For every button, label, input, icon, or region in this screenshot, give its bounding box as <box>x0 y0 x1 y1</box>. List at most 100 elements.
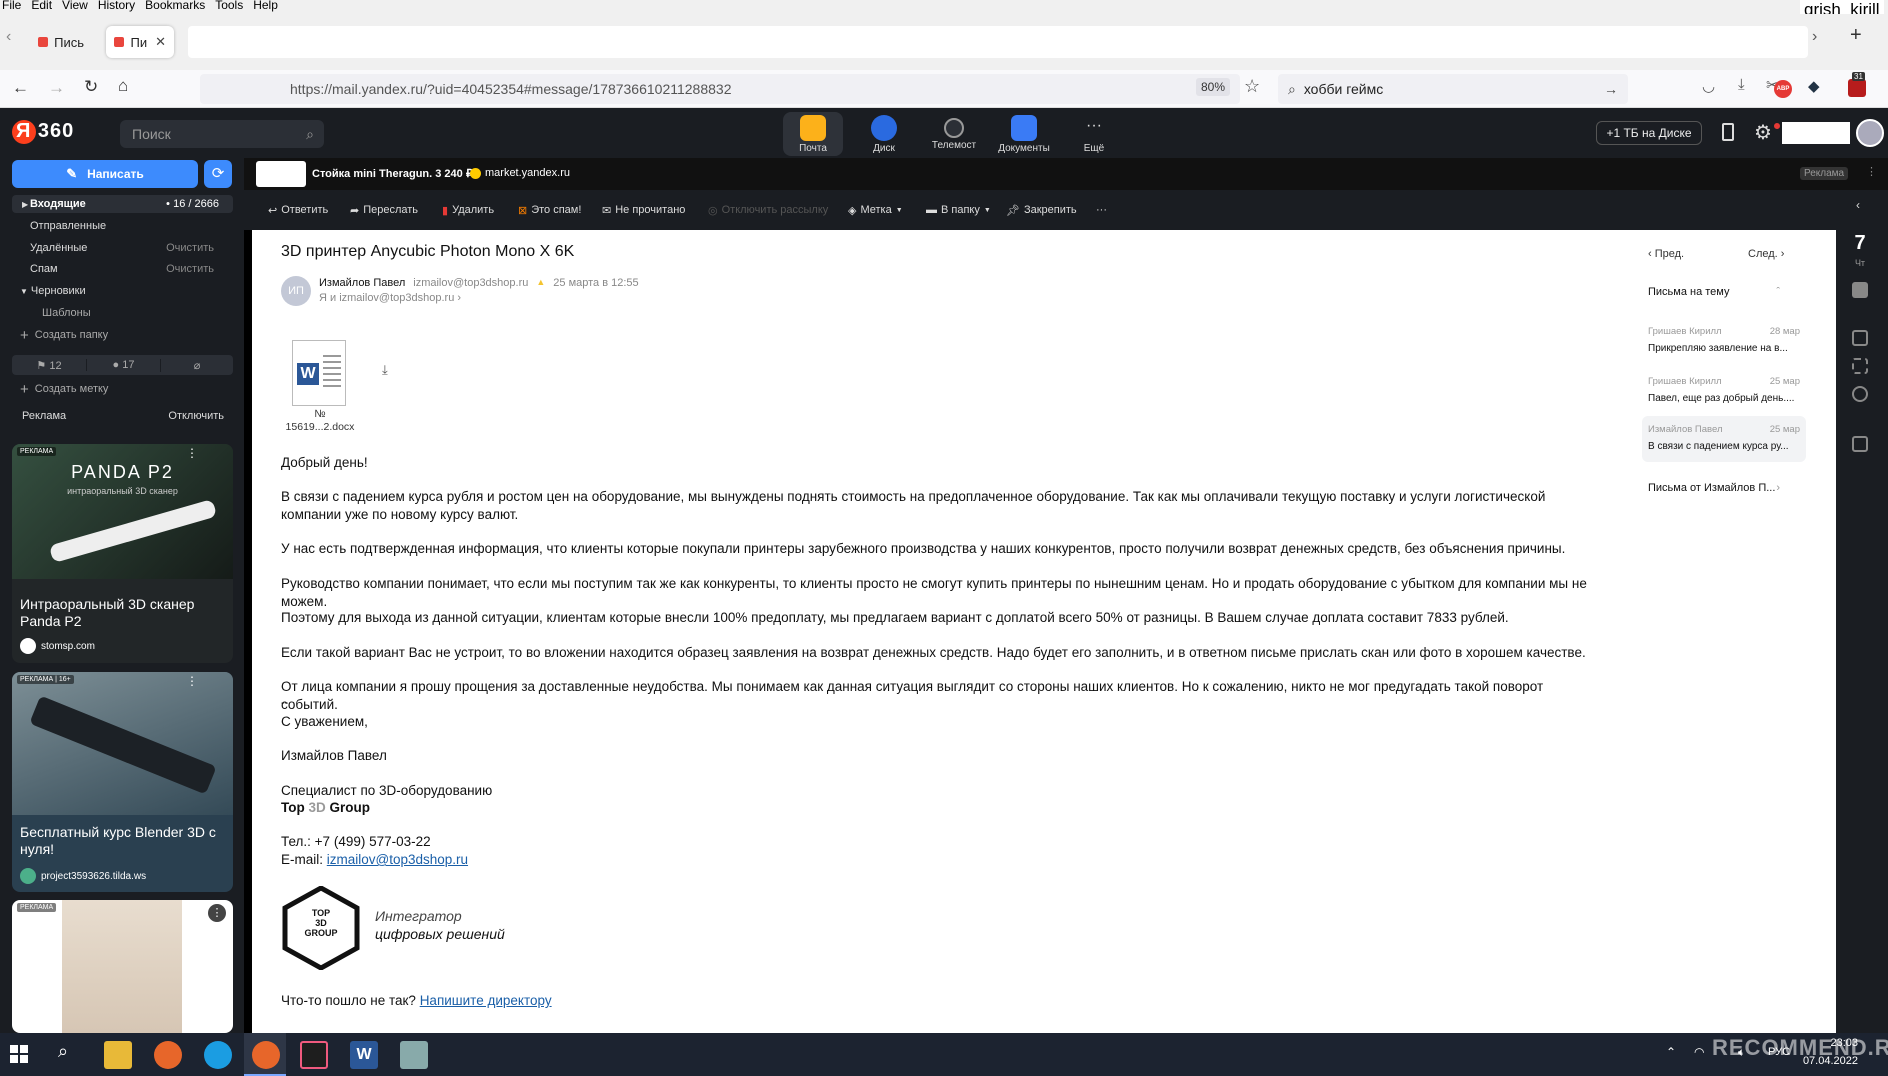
menu-edit[interactable]: Edit <box>31 0 52 12</box>
windows-start-icon[interactable] <box>10 1045 28 1063</box>
thread-item-current[interactable]: Измайлов Павел 25 мар В связи с падением … <box>1642 416 1806 462</box>
unread-filter[interactable]: ● 17 <box>86 359 160 371</box>
reply-button[interactable]: ↩ Ответить <box>268 202 328 218</box>
sender-email[interactable]: izmailov@top3dshop.ru <box>413 277 528 289</box>
move-to-folder-button[interactable]: ▬ В папку ▼ <box>926 202 991 218</box>
service-telemost[interactable]: Телемост <box>924 112 984 156</box>
create-folder-link[interactable]: + Создать папку <box>20 326 108 344</box>
collapse-rail-icon[interactable]: ‹ <box>1856 198 1860 212</box>
next-message-button[interactable]: След. › <box>1748 248 1784 260</box>
service-documents[interactable]: Документы <box>994 112 1054 156</box>
attachments-filter[interactable]: ⌀ <box>160 358 233 372</box>
download-icon[interactable]: ⤓ <box>382 362 388 378</box>
word-icon[interactable]: W <box>350 1041 378 1069</box>
ad-menu-icon[interactable]: ⋮ <box>186 446 198 460</box>
theme-icon[interactable] <box>1722 123 1734 141</box>
account-name-box[interactable] <box>1782 122 1850 144</box>
clear-deleted-button[interactable]: Очистить <box>166 242 214 254</box>
menu-view[interactable]: View <box>62 0 88 12</box>
forward-button[interactable]: ➦ Переслать <box>350 202 418 218</box>
thread-item[interactable]: Гришаев Кирилл 25 мар Павел, еще раз добр… <box>1642 370 1806 410</box>
tab-mail-2[interactable]: Пи ✕ <box>106 26 174 58</box>
service-mail[interactable]: Почта <box>783 112 843 156</box>
folder-deleted[interactable]: Удалённые Очистить <box>30 239 214 257</box>
app-icon[interactable] <box>400 1041 428 1069</box>
folder-spam[interactable]: Спам Очистить <box>30 260 214 278</box>
search-icon[interactable]: ⌕ <box>306 126 314 143</box>
jetbrains-icon[interactable] <box>300 1041 328 1069</box>
tasks-icon[interactable] <box>1852 436 1868 452</box>
notes-icon[interactable] <box>1852 330 1868 346</box>
url-bar[interactable]: https://mail.yandex.ru/?uid=40452354#mes… <box>200 74 1240 104</box>
tab-mail-1[interactable]: Пись <box>30 26 92 58</box>
ad-menu-icon[interactable]: ⋮ <box>186 674 198 688</box>
avatar[interactable] <box>1856 119 1884 147</box>
ad-menu-icon[interactable]: ⋮ <box>1866 165 1877 178</box>
ad-card-blender[interactable]: РЕКЛАМА | 16+ ⋮ Бесплатный курс Blender … <box>12 672 233 892</box>
refresh-button[interactable]: ⟳ <box>204 160 232 188</box>
calendar-day[interactable]: 7 <box>1836 232 1884 255</box>
pin-button[interactable]: 📌︎ Закрепить <box>1006 202 1077 218</box>
tab-scroll-right-icon[interactable]: › <box>1812 28 1817 46</box>
contacts-icon[interactable] <box>1852 386 1868 402</box>
disk-promo-button[interactable]: +1 ТБ на Диске <box>1596 121 1702 145</box>
close-tab-icon[interactable]: ✕ <box>155 34 166 50</box>
sender-messages-link[interactable]: Письма от Измайлов П... › <box>1648 482 1780 494</box>
apps-icon[interactable] <box>1852 358 1868 374</box>
ad-card-apparel[interactable]: РЕКЛАМА ⋮ <box>12 900 233 1033</box>
menu-bookmarks[interactable]: Bookmarks <box>145 0 205 12</box>
more-actions-icon[interactable]: ··· <box>1096 202 1107 218</box>
ad-card-panda[interactable]: РЕКЛАМА ⋮ PANDA P2 интраоральный 3D скан… <box>12 444 233 663</box>
ublock-icon[interactable] <box>1848 79 1866 97</box>
search-go-icon[interactable]: → <box>1604 81 1618 97</box>
firefox-active-icon[interactable] <box>252 1041 280 1069</box>
forward-icon[interactable]: → <box>48 78 65 98</box>
create-label-link[interactable]: + Создать метку <box>20 380 108 398</box>
service-more[interactable]: ··· Ещё <box>1064 112 1124 156</box>
menu-help[interactable]: Help <box>253 0 278 12</box>
compose-button[interactable]: ✎ Написать <box>12 160 198 188</box>
sender-avatar[interactable]: ИП <box>281 276 311 306</box>
sender-name[interactable]: Измайлов Павел <box>319 277 405 289</box>
mail-search-input[interactable]: Поиск ⌕ <box>120 120 324 148</box>
unsubscribe-button[interactable]: ◎ Отключить рассылку <box>708 202 828 218</box>
folder-sent[interactable]: Отправленные <box>30 217 106 235</box>
ad-menu-icon[interactable]: ⋮ <box>208 904 226 922</box>
disable-ads-button[interactable]: Отключить <box>168 410 224 422</box>
downloads-icon[interactable]: ⤓ <box>1738 76 1745 93</box>
clear-spam-button[interactable]: Очистить <box>166 263 214 275</box>
mark-unread-button[interactable]: ✉ Не прочитано <box>602 202 685 218</box>
menu-tools[interactable]: Tools <box>215 0 243 12</box>
search-icon[interactable]: ⌕ <box>58 1041 68 1062</box>
flagged-filter[interactable]: ⚑ 12 <box>12 359 86 372</box>
firefox-icon[interactable] <box>154 1041 182 1069</box>
extension-icon[interactable]: ◆ <box>1808 77 1820 95</box>
spam-button[interactable]: ⊠ Это спам! <box>518 202 581 218</box>
prev-message-button[interactable]: ‹ Пред. <box>1648 248 1684 260</box>
telemost-rail-icon[interactable] <box>1852 282 1868 298</box>
settings-gear-icon[interactable]: ⚙ <box>1754 120 1772 145</box>
back-icon[interactable]: ← <box>12 78 29 98</box>
wifi-icon[interactable]: ◠ <box>1694 1045 1704 1059</box>
new-tab-icon[interactable]: + <box>1850 24 1862 47</box>
adblock-icon[interactable]: ABP <box>1774 80 1792 98</box>
home-icon[interactable]: ⌂ <box>118 76 128 96</box>
label-button[interactable]: ◈ Метка ▼ <box>848 202 903 218</box>
recipients-line[interactable]: Я и izmailov@top3dshop.ru › <box>319 292 461 304</box>
folder-inbox[interactable]: ▶ Входящие ● 16 / 2666 <box>12 195 233 213</box>
thread-header[interactable]: Письма на тему ˆ <box>1648 286 1780 298</box>
reload-icon[interactable]: ↻ <box>84 77 98 97</box>
contact-director-link[interactable]: Напишите директору <box>420 993 552 1008</box>
tab-scroll-left-icon[interactable]: ‹ <box>6 28 11 46</box>
top-ad-banner[interactable]: Стойка mini Theragun. 3 240 ₽ market.yan… <box>244 158 1888 190</box>
folder-templates[interactable]: Шаблоны <box>42 304 91 322</box>
bookmark-star-icon[interactable]: ☆ <box>1244 76 1260 97</box>
edge-icon[interactable] <box>204 1041 232 1069</box>
delete-button[interactable]: ▮ Удалить <box>442 202 494 218</box>
docx-file-icon[interactable]: W <box>292 340 346 406</box>
menu-history[interactable]: History <box>98 0 135 12</box>
browser-search-field[interactable]: ⌕ хобби геймс → <box>1278 74 1628 104</box>
thread-item[interactable]: Гришаев Кирилл 28 мар Прикрепляю заявлени… <box>1642 320 1806 360</box>
zoom-level[interactable]: 80% <box>1196 78 1231 96</box>
signature-email-link[interactable]: izmailov@top3dshop.ru <box>327 852 468 867</box>
